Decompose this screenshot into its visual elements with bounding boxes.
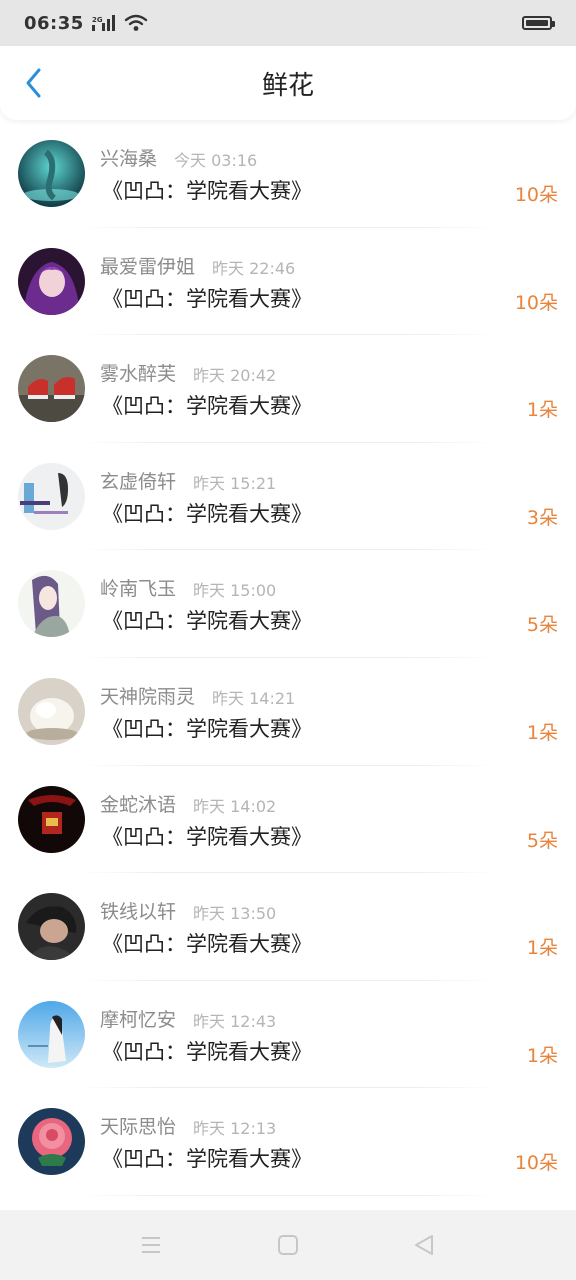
book-title: 《凹凸：学院看大赛》 [102, 609, 312, 634]
user-name: 岭南飞玉 [100, 578, 177, 601]
user-name: 金蛇沐语 [100, 793, 177, 816]
flower-count: 1朵 [526, 399, 558, 422]
back-nav-button[interactable] [411, 1232, 437, 1258]
avatar[interactable] [18, 785, 85, 853]
avatar[interactable] [18, 570, 85, 638]
sky-girl-avatar-icon [18, 1000, 85, 1068]
anime-girl-avatar-icon [18, 570, 85, 638]
flower-count: 5朵 [526, 829, 558, 852]
timestamp: 昨天 15:21 [193, 473, 277, 493]
book-title: 《凹凸：学院看大赛》 [102, 179, 312, 203]
user-name: 兴海桑 [100, 148, 158, 170]
avatar[interactable] [18, 893, 85, 961]
battery-icon [522, 16, 555, 30]
white-sweet-avatar-icon [18, 677, 85, 745]
network-type-label: 2G [92, 16, 103, 24]
system-nav-bar [0, 1210, 576, 1280]
app-header: 鲜花 [0, 46, 576, 120]
list-item[interactable]: 铁线以轩 昨天 13:50 《凹凸：学院看大赛》 1朵 [0, 873, 576, 981]
timestamp: 今天 03:16 [174, 151, 258, 170]
book-title: 《凹凸：学院看大赛》 [102, 824, 312, 849]
list-item[interactable]: 雾水醉芙 昨天 20:42 《凹凸：学院看大赛》 1朵 [0, 335, 576, 443]
book-title: 《凹凸：学院看大赛》 [102, 286, 312, 311]
user-name: 最爱雷伊姐 [100, 255, 196, 278]
list-item[interactable]: 摩柯忆安 昨天 12:43 《凹凸：学院看大赛》 1朵 [0, 981, 576, 1089]
list-item[interactable]: 金蛇沐语 昨天 14:02 《凹凸：学院看大赛》 5朵 [0, 766, 576, 874]
timestamp: 昨天 13:50 [193, 904, 277, 924]
timestamp: 昨天 14:21 [212, 688, 296, 708]
book-title: 《凹凸：学院看大赛》 [102, 501, 312, 526]
status-icons: 2G [91, 14, 148, 32]
back-button[interactable] [16, 65, 52, 101]
divider [80, 1194, 496, 1196]
book-title: 《凹凸：学院看大赛》 [102, 1039, 312, 1064]
flower-count: 10朵 [514, 1152, 558, 1175]
triangle-back-icon [415, 1235, 433, 1255]
page-title: 鲜花 [261, 70, 314, 101]
avatar[interactable] [18, 1000, 85, 1068]
chevron-left-icon [26, 68, 41, 98]
wifi-icon [124, 14, 147, 31]
user-name: 天际思怡 [100, 1116, 177, 1139]
pink-rose-avatar-icon [18, 1108, 85, 1176]
user-name: 玄虚倚轩 [100, 470, 177, 493]
flower-count: 5朵 [526, 614, 558, 637]
flower-count: 1朵 [526, 937, 558, 960]
timestamp: 昨天 15:00 [193, 581, 277, 601]
text-photo-avatar-icon [18, 462, 85, 530]
book-title: 《凹凸：学院看大赛》 [102, 932, 312, 957]
list-item[interactable]: 天神院雨灵 昨天 14:21 《凹凸：学院看大赛》 1朵 [0, 658, 576, 766]
user-name: 天神院雨灵 [100, 685, 196, 708]
flower-count: 10朵 [514, 184, 558, 206]
avatar[interactable] [18, 247, 85, 315]
timestamp: 昨天 12:13 [193, 1119, 277, 1139]
list-item[interactable]: 兴海桑 今天 03:16 《凹凸：学院看大赛》 10朵 [0, 120, 576, 228]
avatar[interactable] [18, 462, 85, 530]
cell-signal-icon: 2G [91, 15, 115, 31]
red-sneakers-avatar-icon [18, 355, 85, 423]
menu-icon [142, 1237, 160, 1253]
flower-count: 1朵 [526, 1044, 558, 1067]
home-button[interactable] [275, 1232, 301, 1258]
timestamp: 昨天 20:42 [193, 366, 277, 386]
book-title: 《凹凸：学院看大赛》 [102, 1147, 312, 1172]
timestamp: 昨天 14:02 [193, 796, 277, 816]
avatar[interactable] [18, 1108, 85, 1176]
status-bar: 06:35 2G [0, 0, 576, 46]
book-title: 《凹凸：学院看大赛》 [102, 716, 312, 741]
flower-count: 10朵 [514, 291, 558, 314]
avatar[interactable] [18, 677, 85, 745]
list-item[interactable]: 天际思怡 昨天 12:13 《凹凸：学院看大赛》 10朵 [0, 1088, 576, 1196]
list-item[interactable]: 玄虚倚轩 昨天 15:21 《凹凸：学院看大赛》 3朵 [0, 443, 576, 551]
book-title: 《凹凸：学院看大赛》 [102, 394, 312, 419]
dark-red-avatar-icon [18, 785, 85, 853]
timestamp: 昨天 22:46 [212, 258, 296, 278]
user-name: 摩柯忆安 [100, 1008, 177, 1031]
dark-portrait-avatar-icon [18, 893, 85, 961]
user-name: 雾水醉芙 [100, 363, 177, 386]
list-item[interactable]: 最爱雷伊姐 昨天 22:46 《凹凸：学院看大赛》 10朵 [0, 228, 576, 336]
avatar[interactable] [18, 140, 85, 207]
flower-count: 1朵 [526, 721, 558, 744]
menu-button[interactable] [138, 1232, 164, 1258]
flower-gift-list: 兴海桑 今天 03:16 《凹凸：学院看大赛》 10朵 最爱雷伊姐 昨天 22:… [0, 120, 576, 1196]
home-square-icon [278, 1235, 298, 1255]
timestamp: 昨天 12:43 [193, 1011, 277, 1031]
user-name: 铁线以轩 [100, 901, 177, 924]
avatar[interactable] [18, 355, 85, 423]
teal-fantasy-avatar-icon [18, 140, 85, 207]
list-item[interactable]: 岭南飞玉 昨天 15:00 《凹凸：学院看大赛》 5朵 [0, 550, 576, 658]
purple-anime-avatar-icon [18, 247, 85, 315]
flower-count: 3朵 [526, 506, 558, 529]
status-time: 06:35 [24, 12, 84, 34]
